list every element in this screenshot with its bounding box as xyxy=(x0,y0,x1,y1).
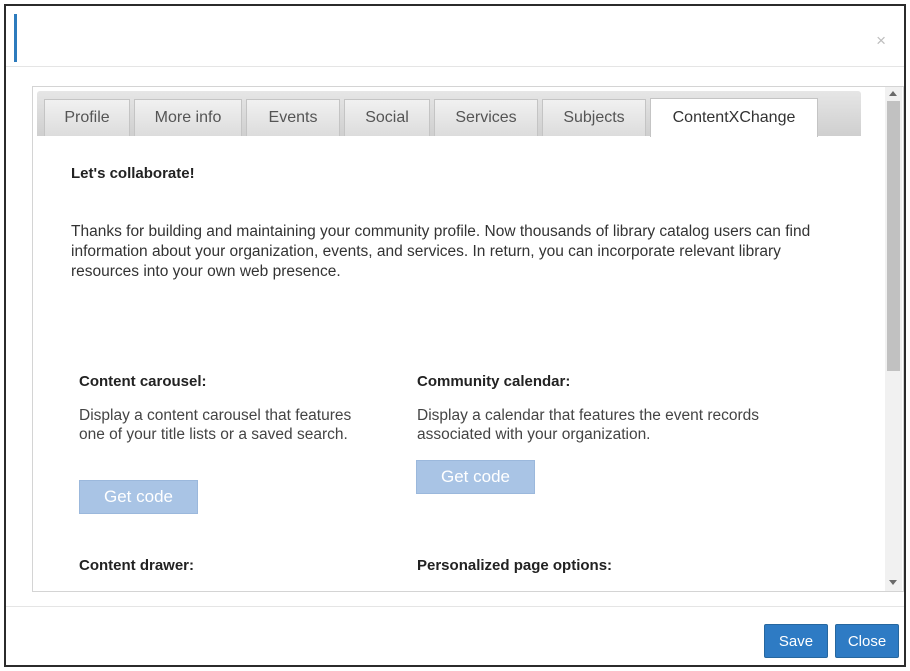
scroll-up-icon[interactable] xyxy=(889,91,897,96)
carousel-get-code-button[interactable]: Get code xyxy=(79,480,198,514)
personalized-title: Personalized page options: xyxy=(417,557,613,574)
profile-panel: Profile More info Events Social Services… xyxy=(32,86,904,592)
drawer-title: Content drawer: xyxy=(79,557,195,574)
calendar-title: Community calendar: xyxy=(417,373,571,390)
header-divider xyxy=(6,66,904,67)
tab-subjects[interactable]: Subjects xyxy=(542,99,646,136)
close-icon[interactable]: × xyxy=(876,32,886,49)
close-button[interactable]: Close xyxy=(835,624,899,658)
window-accent-bar xyxy=(14,14,17,62)
tab-events[interactable]: Events xyxy=(246,99,340,136)
intro-text: Thanks for building and maintaining your… xyxy=(71,223,811,280)
tab-services[interactable]: Services xyxy=(434,99,538,136)
scrollbar-thumb[interactable] xyxy=(887,101,900,371)
scrollbar[interactable] xyxy=(885,87,902,591)
footer-divider xyxy=(6,606,904,607)
section-heading: Let's collaborate! xyxy=(71,165,195,182)
carousel-description: Display a content carousel that features… xyxy=(79,407,352,443)
modal-dialog: × Profile More info Events Social Servic… xyxy=(4,4,906,667)
tab-social[interactable]: Social xyxy=(344,99,430,136)
tab-bar: Profile More info Events Social Services… xyxy=(37,91,861,137)
save-button[interactable]: Save xyxy=(764,624,828,658)
tab-contentxchange[interactable]: ContentXChange xyxy=(650,98,818,137)
calendar-description: Display a calendar that features the eve… xyxy=(417,407,760,443)
tab-more-info[interactable]: More info xyxy=(134,99,242,136)
tab-profile[interactable]: Profile xyxy=(44,99,130,136)
calendar-get-code-button[interactable]: Get code xyxy=(416,460,535,494)
carousel-title: Content carousel: xyxy=(79,373,207,390)
scroll-down-icon[interactable] xyxy=(889,580,897,585)
